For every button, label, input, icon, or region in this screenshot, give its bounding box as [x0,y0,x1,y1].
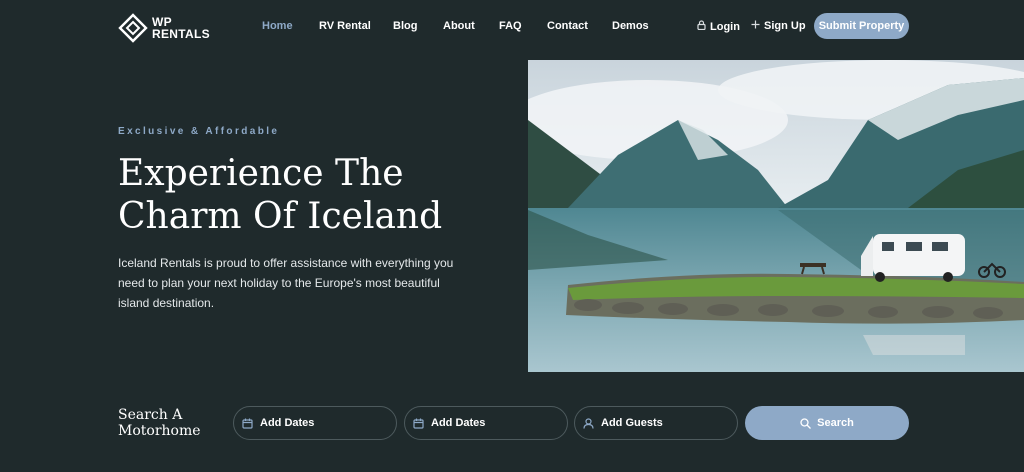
nav-item-home[interactable]: Home [262,20,293,32]
brand-name: WP RENTALS [152,16,210,40]
checkin-date-field[interactable]: Add Dates [233,406,397,440]
user-icon [583,417,595,429]
guests-field[interactable]: Add Guests [574,406,738,440]
nav-item-blog[interactable]: Blog [393,20,417,32]
lock-icon [697,20,706,33]
brand-logo[interactable]: WP RENTALS [118,12,218,44]
nav-item-demos[interactable]: Demos [612,20,649,32]
hero-image [528,60,1024,372]
checkout-date-placeholder: Add Dates [431,417,486,429]
brand-line-2: RENTALS [152,27,210,41]
search-title-line-1: Search A [118,407,183,423]
search-section-title: Search A Motorhome [118,407,218,439]
nav-item-about[interactable]: About [443,20,475,32]
submit-property-button[interactable]: Submit Property [814,13,909,39]
login-link[interactable]: Login [697,20,740,33]
logo-diamond-icon [118,13,148,43]
hero-title-line-2: Charm Of Iceland [118,196,443,237]
hero-title: Experience The Charm Of Iceland [118,152,498,238]
hero-eyebrow: Exclusive & Affordable [118,126,280,137]
nav-item-contact[interactable]: Contact [547,20,588,32]
login-label: Login [710,20,740,33]
nav-item-faq[interactable]: FAQ [499,20,522,32]
hero-description: Iceland Rentals is proud to offer assist… [118,256,454,310]
plus-icon [751,20,760,32]
nav-item-rv-rental[interactable]: RV Rental [319,20,371,32]
search-button-label: Search [817,417,854,429]
calendar-icon [242,418,254,429]
guests-placeholder: Add Guests [601,417,663,429]
site-header: WP RENTALS Home RV Rental Blog About FAQ… [0,0,1024,54]
hero-landscape-illustration [528,60,1024,372]
hero-title-line-1: Experience The [118,153,404,194]
signup-label: Sign Up [764,20,806,32]
checkin-date-placeholder: Add Dates [260,417,315,429]
search-title-line-2: Motorhome [118,423,201,439]
checkout-date-field[interactable]: Add Dates [404,406,568,440]
signup-link[interactable]: Sign Up [751,20,806,32]
search-icon [800,417,812,429]
search-button[interactable]: Search [745,406,909,440]
calendar-icon [413,418,425,429]
